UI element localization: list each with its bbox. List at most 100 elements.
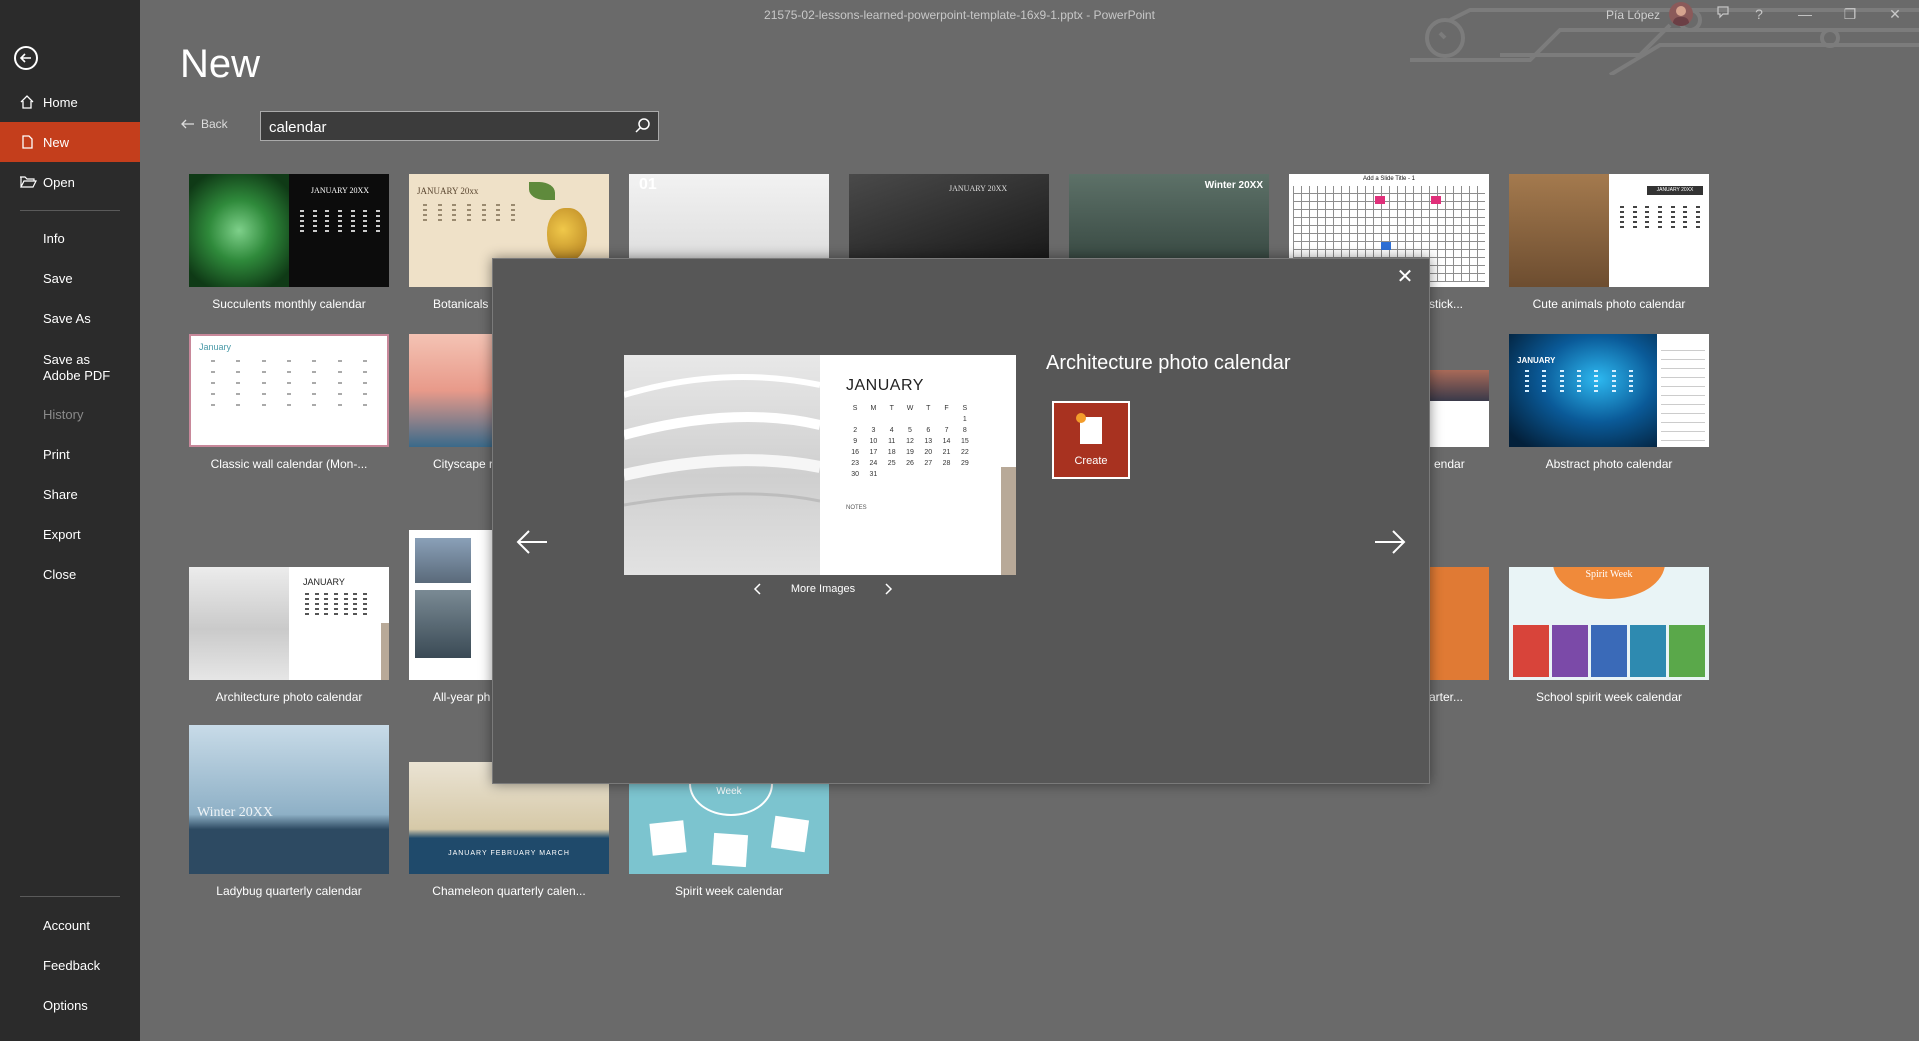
- template-thumbnail: Week: [629, 782, 829, 874]
- preview-notes-label: NOTES: [846, 505, 867, 511]
- thumb-title: Spirit Week: [1585, 569, 1633, 580]
- preview-day: 18: [887, 449, 896, 456]
- preview-month: JANUARY: [846, 377, 924, 394]
- thumb-title: 01: [639, 176, 657, 193]
- nav-export[interactable]: Export: [0, 514, 140, 554]
- nav-account[interactable]: Account: [0, 905, 140, 945]
- preview-day: 23: [851, 460, 860, 467]
- preview-weekday: T: [926, 405, 931, 412]
- architecture-photo: [624, 355, 822, 575]
- preview-day: [864, 416, 882, 423]
- folder-open-icon: [19, 174, 37, 193]
- previous-template-arrow-icon[interactable]: [515, 527, 549, 557]
- preview-day: 29: [960, 460, 969, 467]
- restore-button[interactable]: ❐: [1840, 4, 1860, 24]
- preview-day: 20: [924, 449, 933, 456]
- sidebar-divider: [20, 210, 120, 211]
- template-title: Architecture photo calendar: [1046, 352, 1291, 374]
- template-thumbnail: JANUARY 20XX: [1509, 174, 1709, 287]
- thumb-title: January: [199, 342, 232, 352]
- nav-close[interactable]: Close: [0, 554, 140, 594]
- template-ladybug-quarterly[interactable]: Winter 20XX Ladybug quarterly calendar: [189, 725, 389, 898]
- template-cute-animals[interactable]: JANUARY 20XX Cute animals photo calendar: [1509, 174, 1709, 311]
- nav-new[interactable]: New: [0, 122, 140, 162]
- template-succulents[interactable]: JANUARY 20XX Succulents monthly calendar: [189, 174, 389, 311]
- next-template-arrow-icon[interactable]: [1373, 527, 1407, 557]
- back-link[interactable]: Back: [181, 117, 228, 131]
- back-arrow-icon: [181, 119, 194, 129]
- nav-home[interactable]: Home: [0, 82, 140, 122]
- nav-print[interactable]: Print: [0, 434, 140, 474]
- search-input[interactable]: [267, 116, 631, 138]
- back-arrow-icon[interactable]: [14, 46, 38, 70]
- nav-save-as-pdf[interactable]: Save as Adobe PDF: [0, 346, 130, 386]
- template-label: School spirit week calendar: [1535, 690, 1683, 704]
- nav-save-as[interactable]: Save As: [0, 298, 140, 338]
- preview-day: 28: [942, 460, 951, 467]
- chevron-left-icon[interactable]: [753, 583, 763, 595]
- template-thumbnail: JANUARY: [1509, 334, 1709, 447]
- preview-day: 15: [960, 438, 969, 445]
- preview-day: 8: [962, 427, 967, 434]
- close-window-button[interactable]: ✕: [1885, 4, 1905, 24]
- preview-day: 17: [869, 449, 878, 456]
- thumb-title: JANUARY: [303, 577, 345, 587]
- user-name[interactable]: Pía López: [1606, 8, 1660, 22]
- nav-feedback[interactable]: Feedback: [0, 945, 140, 985]
- nav-options[interactable]: Options: [0, 985, 140, 1025]
- template-architecture-photo[interactable]: JANUARY Architecture photo calendar: [189, 567, 389, 704]
- search-icon[interactable]: [634, 117, 652, 135]
- preview-day: 21: [942, 449, 951, 456]
- preview-day: 26: [906, 460, 914, 467]
- template-classic-wall[interactable]: January Classic wall calendar (Mon-...: [189, 334, 389, 471]
- template-school-spirit[interactable]: Spirit Week School spirit week calendar: [1509, 567, 1709, 704]
- preview-day: 19: [906, 449, 914, 456]
- page-title: New: [180, 42, 261, 86]
- preview-day: [919, 416, 937, 423]
- thumb-title: Add a Slide Title - 1: [1362, 176, 1416, 182]
- thumb-title: JANUARY 20xx: [417, 186, 479, 196]
- preview-day: 4: [889, 427, 894, 434]
- preview-day: [937, 416, 955, 423]
- nav-home-label: Home: [43, 94, 78, 110]
- sparkle-icon: [1076, 413, 1086, 423]
- home-icon: [19, 94, 35, 113]
- preview-day: 1: [962, 416, 967, 423]
- template-abstract-photo[interactable]: JANUARY Abstract photo calendar: [1509, 334, 1709, 471]
- close-icon[interactable]: ✕: [1395, 267, 1415, 287]
- template-label: Chameleon quarterly calen...: [432, 884, 586, 898]
- template-label: Ladybug quarterly calendar: [216, 884, 362, 898]
- preview-day: 24: [869, 460, 878, 467]
- template-thumbnail: JANUARY 20XX: [189, 174, 389, 287]
- preview-day: 22: [960, 449, 969, 456]
- thumb-title: JANUARY 20XX: [310, 186, 370, 195]
- nav-open[interactable]: Open: [0, 162, 140, 202]
- chevron-right-icon[interactable]: [883, 583, 893, 595]
- preview-day: [846, 416, 864, 423]
- thumb-title: JANUARY 20XX: [1647, 186, 1703, 195]
- thumb-title: Winter 20XX: [197, 805, 274, 820]
- nav-share[interactable]: Share: [0, 474, 140, 514]
- coauthoring-icon[interactable]: [1713, 4, 1733, 24]
- template-label: Architecture photo calendar: [215, 690, 363, 704]
- create-button[interactable]: Create: [1052, 401, 1130, 479]
- back-link-label: Back: [201, 117, 228, 131]
- help-button[interactable]: ?: [1749, 4, 1769, 24]
- preview-day: [901, 416, 919, 423]
- preview-weekday: M: [870, 405, 877, 412]
- preview-day: 6: [926, 427, 931, 434]
- preview-day: 3: [871, 427, 876, 434]
- nav-save[interactable]: Save: [0, 258, 140, 298]
- preview-day: 14: [942, 438, 951, 445]
- thumb-title: JANUARY: [1517, 356, 1556, 365]
- minimize-button[interactable]: —: [1795, 4, 1815, 24]
- more-images-control: More Images: [753, 583, 893, 595]
- template-thumbnail: January: [189, 334, 389, 447]
- nav-info[interactable]: Info: [0, 218, 140, 258]
- preview-day: 30: [851, 471, 860, 478]
- template-thumbnail: JANUARY: [189, 567, 389, 680]
- user-avatar[interactable]: [1669, 2, 1693, 26]
- template-preview-dialog: ✕ JANUARY S M T W T F S 1 2 3 4 5 6 7 8 9 10 11 12 13 14 15 16…: [492, 258, 1430, 784]
- template-label: Abstract photo calendar: [1545, 457, 1673, 471]
- template-spirit-week[interactable]: Week Spirit week calendar: [629, 782, 829, 898]
